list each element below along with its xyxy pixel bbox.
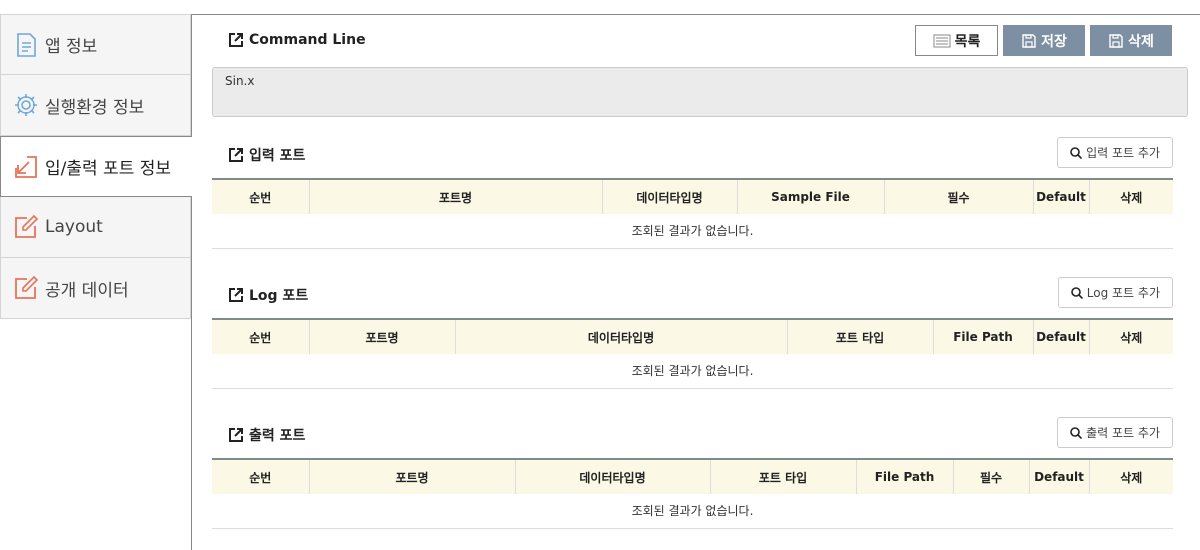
- column-header[interactable]: Sample File: [736, 178, 884, 214]
- save-icon: [1109, 33, 1123, 48]
- sidebar-item-port-info[interactable]: 입/출력 포트 정보: [0, 136, 192, 197]
- log-port-section: Log 포트 Log 포트 추가 순번 포트명 데이터타입명 포트 타입 Fil…: [212, 277, 1173, 389]
- input-port-title-label: 입력 포트: [249, 148, 306, 164]
- command-line-label: Command Line: [249, 32, 366, 48]
- empty-message: 조회된 결과가 없습니다.: [212, 494, 1173, 529]
- search-icon: [1070, 146, 1083, 159]
- column-header[interactable]: Default: [1032, 318, 1089, 354]
- add-output-port-label: 출력 포트 추가: [1086, 426, 1160, 440]
- column-header[interactable]: 필수: [952, 458, 1029, 494]
- column-header[interactable]: 삭제: [1088, 318, 1173, 354]
- output-port-table: 순번 포트명 데이터타입명 포트 타입 File Path 필수 Default…: [212, 458, 1173, 529]
- list-button-label: 목록: [954, 33, 981, 50]
- column-header[interactable]: 필수: [883, 178, 1033, 214]
- input-port-title: 입력 포트: [228, 145, 305, 165]
- log-port-table: 순번 포트명 데이터타입명 포트 타입 File Path Default 삭제…: [212, 318, 1173, 389]
- add-log-port-label: Log 포트 추가: [1086, 286, 1160, 300]
- column-header[interactable]: Default: [1028, 458, 1089, 494]
- save-button[interactable]: 저장: [1003, 25, 1085, 56]
- sidebar-item-label: 실행환경 정보: [45, 97, 145, 118]
- add-log-port-button[interactable]: Log 포트 추가: [1057, 277, 1173, 308]
- column-header[interactable]: 데이터타입명: [601, 178, 737, 214]
- delete-button[interactable]: 삭제: [1090, 25, 1172, 56]
- external-link-icon: [229, 148, 243, 162]
- sidebar-item-app-info[interactable]: 앱 정보: [0, 14, 191, 75]
- column-header[interactable]: 삭제: [1088, 458, 1173, 494]
- column-header[interactable]: 순번: [212, 458, 309, 494]
- edit-icon: [13, 275, 39, 301]
- save-icon: [1022, 33, 1036, 48]
- input-port-table: 순번 포트명 데이터타입명 Sample File 필수 Default 삭제 …: [212, 178, 1173, 249]
- sidebar-item-label: Layout: [45, 217, 103, 237]
- column-header[interactable]: 포트 타입: [709, 458, 856, 494]
- edit-icon: [13, 214, 39, 240]
- column-header[interactable]: 포트명: [308, 178, 602, 214]
- save-button-label: 저장: [1041, 33, 1067, 50]
- import-icon: [13, 154, 39, 180]
- column-header[interactable]: 순번: [212, 318, 309, 354]
- column-header[interactable]: 삭제: [1088, 178, 1173, 214]
- delete-button-label: 삭제: [1128, 33, 1154, 50]
- sidebar: 앱 정보 실행환경 정보 입/출력 포트 정보 Layout 공개 데이터: [0, 14, 192, 319]
- command-line-input[interactable]: Sin.x: [212, 67, 1188, 117]
- document-icon: [13, 32, 39, 58]
- external-link-icon: [229, 428, 243, 442]
- column-header[interactable]: File Path: [932, 318, 1033, 354]
- column-header[interactable]: Default: [1032, 178, 1089, 214]
- output-port-title-label: 출력 포트: [249, 428, 306, 444]
- output-port-title: 출력 포트: [228, 425, 305, 445]
- external-link-icon: [229, 33, 243, 47]
- sidebar-item-label: 입/출력 포트 정보: [45, 159, 172, 179]
- empty-message: 조회된 결과가 없습니다.: [212, 354, 1173, 389]
- column-header[interactable]: 포트명: [308, 318, 455, 354]
- column-header[interactable]: 순번: [212, 178, 309, 214]
- divider: [191, 14, 192, 550]
- sidebar-item-public-data[interactable]: 공개 데이터: [0, 258, 191, 319]
- column-header[interactable]: File Path: [855, 458, 953, 494]
- list-button[interactable]: 목록: [915, 25, 998, 56]
- sidebar-item-runtime-info[interactable]: 실행환경 정보: [0, 75, 191, 136]
- sidebar-item-label: 앱 정보: [45, 37, 98, 57]
- gear-icon: [13, 92, 39, 118]
- log-port-title-label: Log 포트: [249, 288, 309, 304]
- command-line-title: Command Line: [228, 32, 366, 48]
- empty-message: 조회된 결과가 없습니다.: [212, 214, 1173, 249]
- sidebar-item-label: 공개 데이터: [45, 280, 129, 301]
- search-icon: [1070, 426, 1083, 439]
- column-header[interactable]: 데이터타입명: [454, 318, 787, 354]
- external-link-icon: [229, 288, 243, 302]
- add-input-port-label: 입력 포트 추가: [1086, 146, 1160, 160]
- log-port-title: Log 포트: [228, 285, 308, 305]
- input-port-section: 입력 포트 입력 포트 추가 순번 포트명 데이터타입명 Sample File…: [212, 137, 1173, 249]
- column-header[interactable]: 포트명: [308, 458, 515, 494]
- list-icon: [933, 34, 951, 47]
- column-header[interactable]: 데이터타입명: [514, 458, 710, 494]
- add-input-port-button[interactable]: 입력 포트 추가: [1057, 137, 1173, 168]
- sidebar-item-layout[interactable]: Layout: [0, 197, 191, 258]
- divider: [191, 14, 1200, 15]
- search-icon: [1070, 286, 1083, 299]
- output-port-section: 출력 포트 출력 포트 추가 순번 포트명 데이터타입명 포트 타입 File …: [212, 417, 1173, 529]
- column-header[interactable]: 포트 타입: [786, 318, 933, 354]
- toolbar: 목록 저장 삭제: [915, 25, 1172, 56]
- add-output-port-button[interactable]: 출력 포트 추가: [1057, 417, 1173, 448]
